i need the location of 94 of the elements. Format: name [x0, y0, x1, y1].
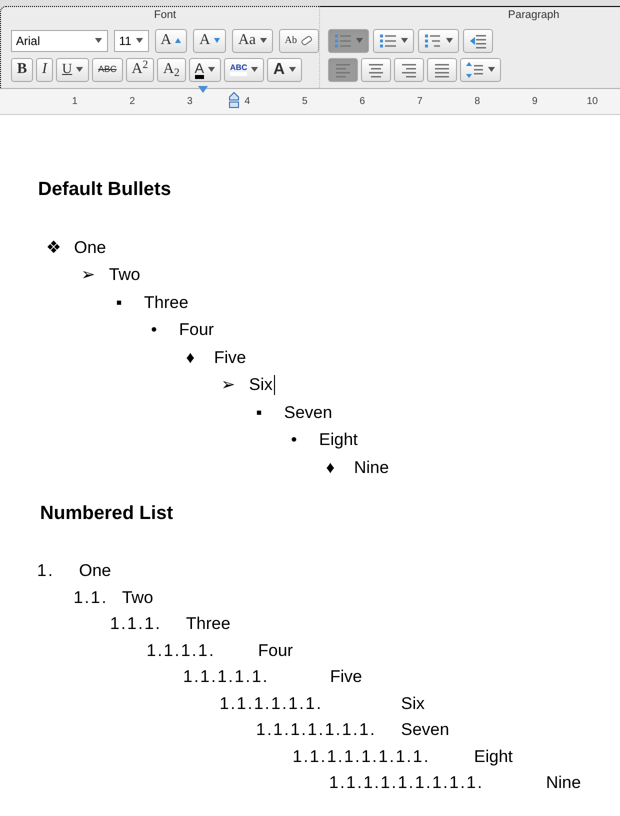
list-number: 1.1.	[74, 586, 109, 608]
ruler-number: 10	[586, 94, 598, 108]
hanging-indent-icon[interactable]	[229, 92, 239, 108]
dropdown-caret-icon	[251, 67, 258, 72]
section-heading: Numbered List	[39, 503, 174, 525]
ruler-number: 7	[416, 94, 423, 108]
ruler-number: 8	[474, 94, 480, 108]
ruler-number: 3	[186, 94, 193, 108]
ruler-number: 1	[72, 94, 78, 108]
bullet-marker: ➢	[221, 374, 236, 396]
list-item-text: Two	[109, 264, 140, 286]
bullet-marker: •	[151, 319, 158, 341]
list-number: 1.1.1.1.1.1.1.	[256, 719, 378, 741]
text-effects-button[interactable]: A	[267, 58, 302, 82]
grow-font-button[interactable]: A	[154, 28, 188, 52]
dropdown-caret-icon	[94, 38, 102, 43]
list-item-text: Eight	[319, 429, 358, 451]
subscript-button[interactable]: A$_{2}$	[157, 58, 186, 82]
dropdown-caret-icon	[356, 38, 363, 43]
line-spacing-icon	[466, 60, 484, 78]
first-line-indent-icon[interactable]	[198, 86, 208, 94]
list-number: 1.1.1.	[110, 613, 163, 635]
list-item-text: Eight	[474, 746, 513, 768]
underline-button[interactable]: U	[56, 58, 90, 82]
multilevel-list-button[interactable]	[418, 28, 459, 52]
shrink-font-button[interactable]: A	[193, 28, 226, 52]
dropdown-caret-icon	[260, 38, 267, 43]
ruler-number: 2	[129, 94, 136, 108]
list-item-text: Nine	[546, 772, 581, 794]
italic-button[interactable]: I	[36, 58, 54, 82]
bullet-marker: ❖	[46, 236, 62, 258]
dropdown-caret-icon	[76, 67, 84, 72]
align-center-button[interactable]	[361, 58, 391, 82]
ruler-number: 4	[244, 94, 250, 108]
align-left-button[interactable]	[328, 58, 358, 82]
list-item-text: Four	[179, 319, 214, 341]
dropdown-caret-icon	[288, 67, 296, 72]
dropdown-caret-icon	[446, 38, 453, 43]
bullet-marker: ♦	[326, 456, 336, 478]
align-right-button[interactable]	[394, 58, 424, 82]
bullet-marker: ▪	[256, 402, 264, 424]
list-item-text: Two	[122, 586, 154, 608]
multilevel-list-icon	[424, 32, 442, 50]
numbered-list-button[interactable]	[373, 28, 414, 52]
list-item-text: Five	[330, 666, 362, 688]
font-color-button[interactable]: A	[188, 58, 221, 82]
list-item-text: Seven	[284, 402, 332, 424]
strikethrough-button[interactable]: ABC	[92, 58, 123, 82]
section-heading: Default Bullets	[37, 178, 172, 200]
decrease-indent-button[interactable]	[463, 28, 493, 52]
list-number: 1.1.1.1.1.1.1.1.1.	[329, 772, 485, 794]
list-item-text: Three	[186, 613, 230, 635]
dropdown-caret-icon	[401, 38, 408, 43]
bullet-marker: ♦	[186, 346, 196, 368]
bullet-marker: ➢	[81, 264, 96, 286]
list-item-text: One	[79, 560, 112, 582]
change-case-button[interactable]: Aa	[232, 28, 273, 52]
dropdown-caret-icon	[136, 38, 143, 43]
font-name-dropdown[interactable]: Arial	[11, 30, 108, 52]
font-size-dropdown[interactable]: 11	[114, 30, 149, 52]
bulleted-list-icon	[334, 32, 352, 50]
bold-button[interactable]: B	[11, 58, 34, 82]
list-number: 1.1.1.1.1.1.1.1.	[292, 746, 431, 768]
list-number: 1.1.1.1.1.1.	[220, 692, 324, 714]
bullet-marker: ▪	[116, 292, 124, 314]
list-item-text: Four	[258, 640, 293, 662]
dropdown-caret-icon	[208, 67, 215, 72]
list-item-text: One	[74, 236, 106, 258]
list-item-text: Seven	[401, 719, 450, 741]
down-triangle-icon	[214, 38, 220, 43]
eraser-icon	[301, 36, 313, 46]
list-item-text: Five	[214, 346, 246, 368]
highlight-button[interactable]: ABC	[224, 58, 264, 82]
list-item-text: Six	[401, 692, 425, 714]
bulleted-list-button[interactable]	[328, 28, 369, 52]
group-title: Font	[152, 8, 177, 23]
ruler-number: 5	[302, 94, 308, 108]
bullet-marker: •	[291, 429, 298, 451]
list-number: 1.	[37, 560, 56, 582]
list-item-text: Nine	[354, 456, 389, 478]
ruler-number: 6	[359, 94, 366, 108]
clear-formatting-button[interactable]: Ab	[278, 28, 319, 52]
list-item-text: Three	[144, 292, 188, 314]
group-title: Paragraph	[507, 8, 560, 23]
list-item-text: Six	[249, 374, 273, 396]
up-triangle-icon	[175, 38, 182, 43]
justify-button[interactable]	[427, 58, 457, 82]
ruler-number: 9	[532, 94, 538, 108]
numbered-list-icon	[379, 32, 397, 50]
superscript-button[interactable]: A$^{2}$	[126, 58, 154, 82]
line-spacing-button[interactable]	[460, 58, 501, 82]
list-number: 1.1.1.1.1.	[183, 666, 270, 688]
list-number: 1.1.1.1.	[146, 640, 216, 662]
dropdown-caret-icon	[488, 67, 495, 72]
